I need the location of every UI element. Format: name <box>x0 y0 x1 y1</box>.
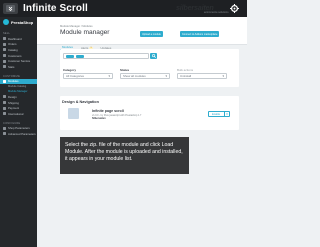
shipping-icon <box>3 101 6 105</box>
module-action-button[interactable]: Enable ▾ <box>208 111 230 117</box>
search-button[interactable] <box>150 53 157 59</box>
bulk-actions-select[interactable]: Uninstall ▾ <box>177 73 227 79</box>
bulk-actions-value: Uninstall <box>180 74 192 78</box>
design-icon <box>3 95 6 99</box>
sidebar-item-label: Modules <box>8 79 19 84</box>
instruction-text: Select the zip. file of the module and c… <box>65 142 183 162</box>
category-section-title: Design & Navigation <box>62 100 99 104</box>
page-header: Module Manager / Modules Module manager … <box>37 17 247 45</box>
module-logo-icon <box>68 108 79 119</box>
sidebar-item-label: Shipping <box>8 100 19 105</box>
page-title: Module manager <box>60 29 110 36</box>
bulk-actions-label: Bulk actions <box>177 68 194 72</box>
sidebar-item-label: International <box>8 111 24 116</box>
watermark-tagline: ecommerce solutions <box>204 11 229 14</box>
catalog-icon <box>3 48 6 52</box>
sidebar-item-label: Catalog <box>8 47 18 52</box>
sidebar-item-label: Shop Parameters <box>8 126 30 131</box>
upload-module-button[interactable]: Upload a module <box>140 31 163 37</box>
chevron-down-icon: ▾ <box>222 74 224 78</box>
search-tag-chip[interactable] <box>66 55 74 58</box>
stats-icon <box>3 65 6 69</box>
chat-icon <box>3 59 6 63</box>
nav-section-customize: CUSTOMIZE <box>3 74 21 78</box>
nav-section-configure: CONFIGURE <box>3 121 21 125</box>
module-name[interactable]: Infinite page scroll <box>92 109 124 113</box>
orders-icon <box>3 42 6 46</box>
category-select[interactable]: All Categories ▾ <box>63 73 113 79</box>
payment-icon <box>3 106 6 110</box>
module-list-panel: Design & Navigation Infinite page scroll… <box>60 96 239 130</box>
customers-icon <box>3 54 6 58</box>
settings-icon <box>3 126 6 130</box>
sidebar-item-label: Design <box>8 94 17 99</box>
connect-addons-button[interactable]: Connect to Addons marketplace <box>180 31 220 37</box>
filters-panel: Category All Categories ▾ Status Show al… <box>60 49 239 87</box>
status-select[interactable]: Show all modules ▾ <box>120 73 170 79</box>
sidebar-item-label: Advanced Parameters <box>8 131 36 136</box>
search-icon <box>151 54 156 58</box>
sidebar-item-label: Orders <box>8 42 17 47</box>
sidebar-item-label: Stats <box>8 64 15 69</box>
brand-name: PrestaShop <box>11 19 34 25</box>
puzzle-icon <box>3 79 6 83</box>
app-title: Infinite Scroll <box>23 3 88 14</box>
dashboard-icon <box>3 37 6 41</box>
sidebar-item-label: Dashboard <box>8 36 22 41</box>
breadcrumb[interactable]: Module Manager / Modules <box>60 25 93 28</box>
sidebar-nav: PrestaShop SELL Dashboard Orders Catalog… <box>0 17 37 247</box>
category-value: All Categories <box>66 74 84 78</box>
chevron-down-icon[interactable]: ▾ <box>224 112 229 116</box>
prestashop-logo-icon <box>3 19 9 25</box>
sidebar-item-advanced-parameters[interactable]: Advanced Parameters <box>0 131 37 137</box>
sidebar-item-label: Payment <box>8 106 20 111</box>
status-value: Show all modules <box>123 74 146 78</box>
sidebar-item-label: Customer Service <box>8 59 31 64</box>
chevron-down-icon: ▾ <box>108 74 110 78</box>
advanced-icon <box>3 132 6 136</box>
globe-icon <box>3 112 6 116</box>
chevron-down-icon: ▾ <box>165 74 167 78</box>
nav-section-sell: SELL <box>3 32 11 35</box>
module-action-label: Enable <box>212 112 221 116</box>
search-tag-chip[interactable] <box>76 55 84 58</box>
status-label: Status <box>120 68 130 72</box>
instruction-overlay: Select the zip. file of the module and c… <box>60 137 189 174</box>
module-author: Silbersaiten <box>92 117 106 120</box>
module-search-input[interactable] <box>63 53 149 59</box>
infinite-scroll-logo-icon <box>3 3 18 14</box>
sidebar-item-label: Customers <box>8 53 22 58</box>
prestashop-logo[interactable]: PrestaShop <box>0 17 37 27</box>
category-label: Category <box>63 68 77 72</box>
